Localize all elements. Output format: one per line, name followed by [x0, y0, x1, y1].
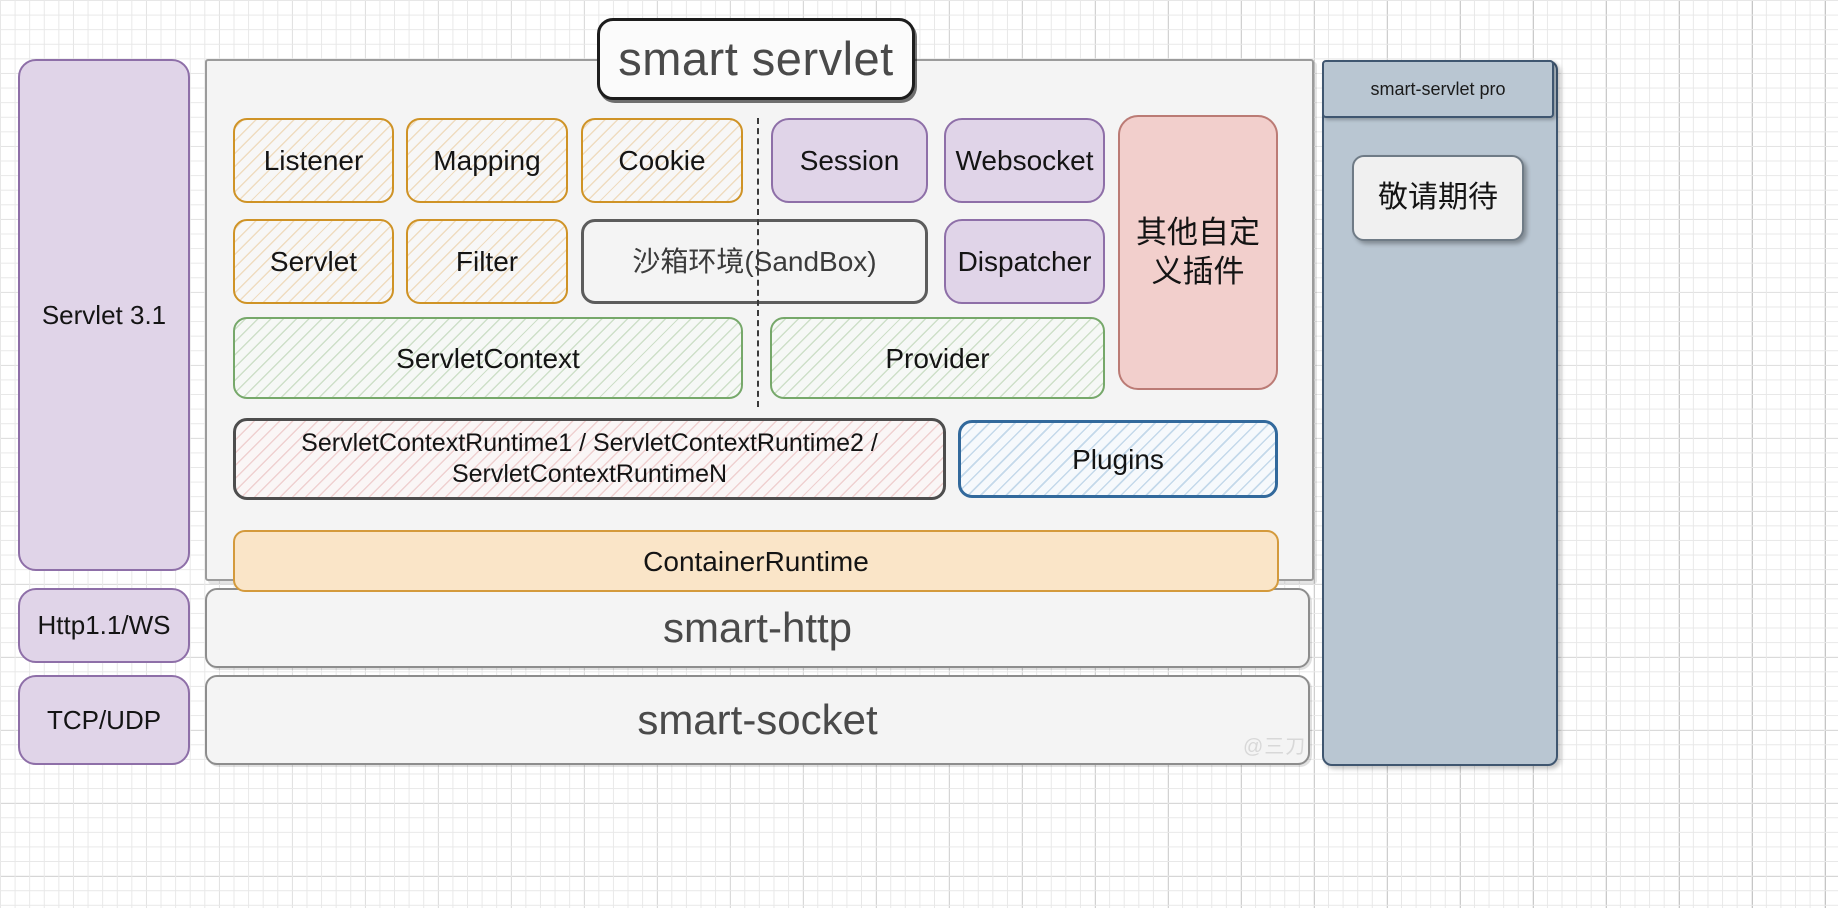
- component-filter: Filter: [406, 219, 568, 304]
- component-label: Websocket: [955, 145, 1094, 176]
- component-cookie: Cookie: [581, 118, 743, 203]
- component-sandbox: 沙箱环境(SandBox): [581, 219, 928, 304]
- page-title-label: smart servlet: [618, 31, 894, 85]
- component-provider: Provider: [770, 317, 1105, 399]
- left-layer-label: Http1.1/WS: [37, 610, 171, 641]
- pro-panel-coming-soon-label: 敬请期待: [1378, 181, 1498, 215]
- pro-panel-header: smart-servlet pro: [1322, 60, 1554, 118]
- component-plugins: Plugins: [958, 420, 1278, 498]
- pro-panel-header-label: smart-servlet pro: [1370, 78, 1506, 99]
- component-label: Filter: [455, 246, 519, 277]
- layer-smart-socket: smart-socket: [205, 675, 1310, 765]
- component-servletcontextruntime: ServletContextRuntime1 / ServletContextR…: [233, 418, 946, 500]
- left-layer-tcp: TCP/UDP: [18, 675, 190, 765]
- layer-label: smart-http: [662, 603, 853, 651]
- left-layer-label: TCP/UDP: [46, 704, 162, 735]
- left-layer-http: Http1.1/WS: [18, 588, 190, 663]
- component-mapping: Mapping: [406, 118, 568, 203]
- component-websocket: Websocket: [944, 118, 1105, 203]
- component-label: Session: [799, 145, 900, 176]
- diagram-canvas: Servlet 3.1 Http1.1/WS TCP/UDP smart ser…: [0, 0, 1838, 908]
- page-title: smart servlet: [597, 18, 915, 100]
- component-dispatcher: Dispatcher: [944, 219, 1105, 304]
- component-label: Dispatcher: [957, 246, 1092, 277]
- component-servlet: Servlet: [233, 219, 394, 304]
- layer-label: ContainerRuntime: [643, 545, 869, 577]
- component-session: Session: [771, 118, 928, 203]
- layer-label: smart-socket: [637, 695, 878, 743]
- component-servletcontext: ServletContext: [233, 317, 743, 399]
- component-label: Listener: [263, 145, 364, 176]
- watermark: @三刀: [1243, 736, 1307, 758]
- pro-panel-coming-soon: 敬请期待: [1352, 155, 1524, 241]
- component-label: ServletContext: [396, 342, 580, 374]
- layer-smart-http: smart-http: [205, 588, 1310, 668]
- component-label: ServletContextRuntime1 / ServletContextR…: [301, 428, 878, 488]
- left-layer-label: Servlet 3.1: [41, 299, 167, 330]
- section-divider: [757, 118, 759, 407]
- component-label: Provider: [885, 342, 990, 374]
- component-label: 沙箱环境(SandBox): [632, 246, 877, 277]
- component-listener: Listener: [233, 118, 394, 203]
- component-label: 其他自定义插件: [1136, 214, 1260, 289]
- component-label: Plugins: [1072, 443, 1164, 475]
- layer-container-runtime: ContainerRuntime: [233, 530, 1279, 592]
- component-label: Mapping: [433, 145, 541, 176]
- left-layer-servlet: Servlet 3.1: [18, 59, 190, 571]
- component-other-custom-plugins: 其他自定义插件: [1118, 115, 1278, 390]
- component-label: Servlet: [269, 246, 358, 277]
- component-label: Cookie: [618, 145, 706, 176]
